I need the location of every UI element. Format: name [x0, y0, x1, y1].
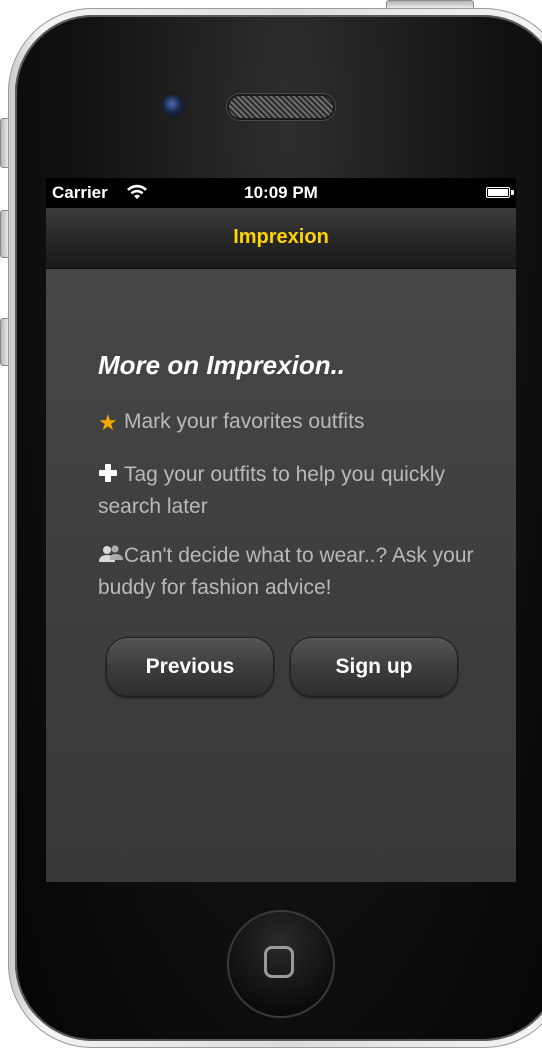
- feature-text: Can't decide what to wear..? Ask your bu…: [98, 544, 474, 599]
- star-icon: ★: [98, 410, 118, 435]
- feature-tags: Tag your outfits to help you quickly sea…: [98, 460, 498, 522]
- device-screen: Carrier 10:09 PM Imprexion More on Impre…: [46, 178, 516, 882]
- content-area: More on Imprexion.. ★ Mark your favorites…: [46, 269, 516, 882]
- page-heading: More on Imprexion..: [98, 350, 346, 380]
- battery-icon: [486, 187, 510, 198]
- feature-favorites: ★ Mark your favorites outfits: [98, 407, 498, 438]
- feature-text: Tag your outfits to help you quickly sea…: [98, 463, 446, 518]
- home-square-icon: [264, 946, 294, 978]
- earpiece-speaker: [229, 96, 333, 118]
- home-button[interactable]: [229, 912, 333, 1016]
- nav-title: Imprexion: [233, 226, 329, 248]
- status-bar: Carrier 10:09 PM: [46, 178, 516, 208]
- front-camera: [162, 95, 184, 117]
- navigation-bar: Imprexion: [46, 208, 516, 269]
- battery-nub: [511, 190, 514, 195]
- people-icon: [98, 543, 123, 573]
- previous-button[interactable]: Previous: [106, 637, 274, 697]
- sign-up-button[interactable]: Sign up: [290, 637, 458, 697]
- feature-buddy: Can't decide what to wear..? Ask your bu…: [98, 541, 498, 603]
- status-time: 10:09 PM: [244, 183, 318, 202]
- feature-text: Mark your favorites outfits: [124, 410, 365, 433]
- plus-icon: [98, 462, 120, 492]
